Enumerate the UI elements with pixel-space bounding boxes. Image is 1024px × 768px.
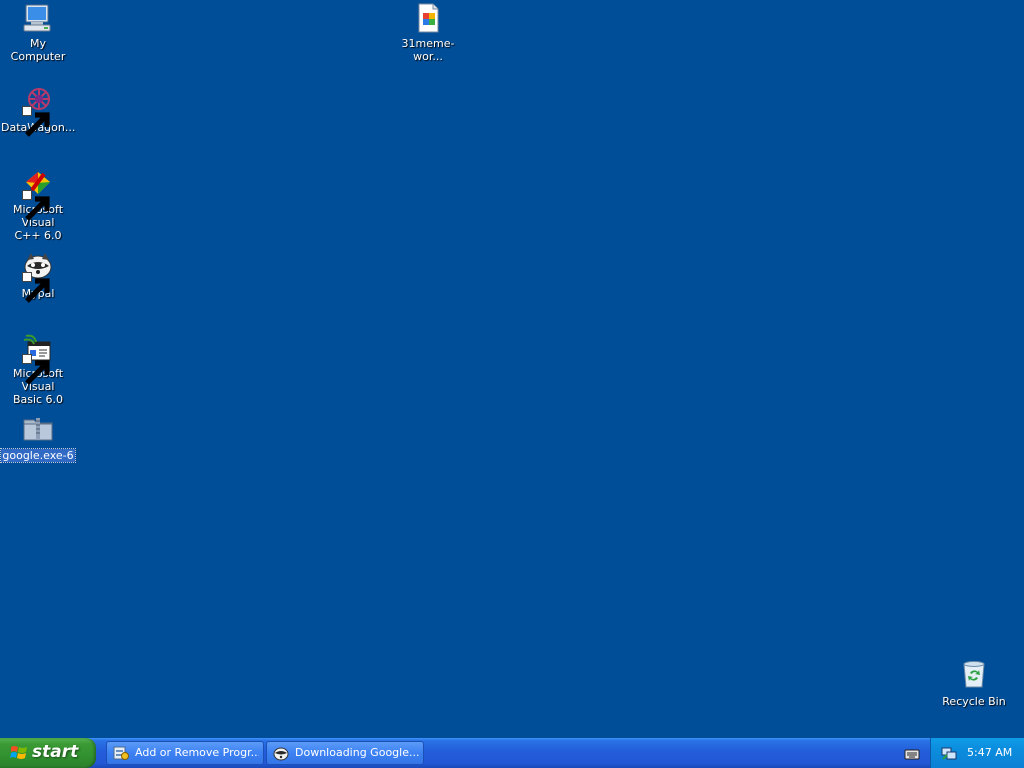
add-remove-programs-icon (113, 745, 129, 761)
mypal-icon (273, 745, 289, 761)
start-label: start (32, 742, 79, 762)
my-computer-icon (22, 2, 54, 34)
icon-label: Recycle Bin (942, 695, 1006, 708)
mypal-icon (22, 250, 54, 303)
desktop-icon-mypal[interactable]: Mypal (0, 250, 76, 303)
desktop[interactable]: My Computer DataWagon... Microsoft Visua… (0, 0, 1024, 738)
windows-logo-icon (10, 744, 28, 762)
desktop-icon-visual-cpp[interactable]: Microsoft Visual C++ 6.0 (0, 168, 76, 243)
system-tray: 5:47 AM (930, 738, 1024, 768)
icon-label: google.exe-6 (0, 448, 76, 463)
shortcut-arrow-icon (22, 272, 50, 303)
desktop-icon-document[interactable]: 31meme-wor... (390, 2, 466, 64)
taskbar-button-add-remove-programs[interactable]: Add or Remove Progr... (106, 741, 264, 765)
taskbar-button-label: Downloading Google.... (295, 746, 419, 759)
shortcut-arrow-icon (22, 354, 50, 385)
shortcut-arrow-icon (22, 190, 50, 221)
visual-basic-icon (22, 332, 54, 385)
taskbar-button-label: Add or Remove Progr... (135, 746, 259, 759)
desktop-icon-my-computer[interactable]: My Computer (0, 2, 76, 64)
network-icon[interactable] (941, 745, 957, 761)
desktop-icon-recycle-bin[interactable]: Recycle Bin (936, 658, 1012, 709)
recycle-bin-icon (958, 658, 990, 690)
desktop-icon-google-exe[interactable]: google.exe-6 (0, 412, 76, 463)
desktop-icon-datawagon[interactable]: DataWagon... (0, 84, 76, 137)
zip-folder-icon (22, 412, 54, 444)
taskbar: start Add or Remove Progr... Downloading… (0, 738, 1024, 768)
desktop-icon-visual-basic[interactable]: Microsoft Visual Basic 6.0 (0, 332, 76, 407)
start-button[interactable]: start (0, 738, 96, 768)
datawagon-icon (22, 84, 54, 137)
keyboard-icon[interactable] (904, 746, 920, 760)
icon-label: My Computer (10, 37, 66, 63)
taskbar-button-downloading-google[interactable]: Downloading Google.... (266, 741, 424, 765)
icon-label: 31meme-wor... (401, 37, 455, 63)
document-icon (412, 2, 444, 34)
visual-cpp-icon (22, 168, 54, 221)
clock[interactable]: 5:47 AM (967, 746, 1012, 759)
shortcut-arrow-icon (22, 106, 50, 137)
